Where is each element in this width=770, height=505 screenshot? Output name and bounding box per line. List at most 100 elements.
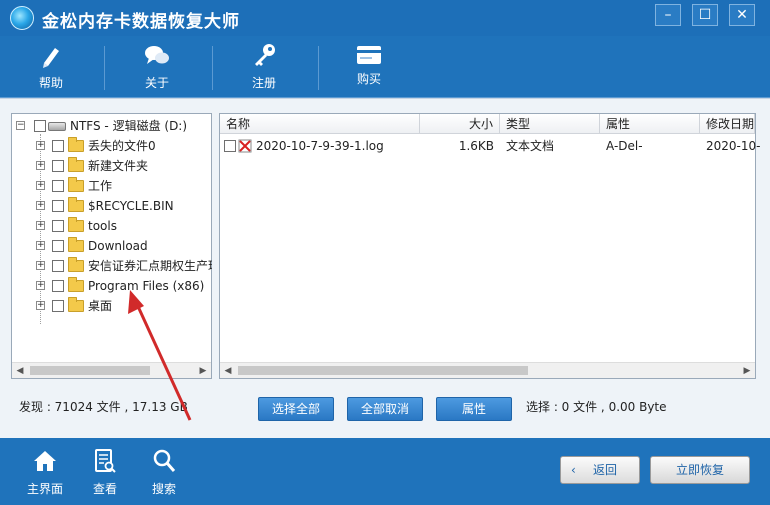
register-button[interactable]: 注册 (225, 36, 303, 98)
toolbar: 帮助 关于 注册 购买 (0, 36, 770, 98)
tree-item-label: tools (88, 219, 117, 233)
tree-checkbox[interactable] (52, 200, 64, 212)
toolbar-divider (212, 46, 213, 90)
tree-root-label: NTFS - 逻辑磁盘 (D:) (70, 119, 188, 133)
search-button[interactable]: 搜索 (139, 446, 189, 498)
file-size: 1.6KB (458, 139, 494, 153)
deleted-file-icon (238, 139, 252, 153)
expand-icon[interactable]: + (36, 181, 45, 190)
expand-icon[interactable]: + (36, 301, 45, 310)
file-list-horizontal-scrollbar[interactable]: ◀ ▶ (220, 362, 755, 378)
expand-icon[interactable]: + (36, 221, 45, 230)
file-name[interactable]: 2020-10-7-9-39-1.log (256, 136, 384, 156)
card-icon (357, 46, 381, 64)
tree-item-label: Program Files (x86) (88, 279, 205, 293)
file-list[interactable]: 名称 大小 类型 属性 修改日期 2020-10-7-9-39-1.log 1.… (219, 113, 760, 379)
folder-tree[interactable]: − NTFS - 逻辑磁盘 (D:) + 丢失的文件0 + 新建文件夹 + 工作… (11, 113, 212, 379)
scroll-right-icon[interactable]: ▶ (739, 363, 755, 379)
collapse-icon[interactable]: − (16, 121, 25, 130)
tree-item[interactable]: + $RECYCLE.BIN (12, 196, 212, 216)
column-header-size[interactable]: 大小 (420, 114, 500, 134)
file-attributes: A-Del- (606, 139, 643, 153)
close-button[interactable]: ✕ (729, 4, 755, 26)
tree-item-label: $RECYCLE.BIN (88, 199, 174, 213)
tree-item[interactable]: + Program Files (x86) (12, 276, 212, 296)
found-summary: 发现 : 71024 文件 , 17.13 GB (19, 400, 188, 414)
minimize-button[interactable]: – (655, 4, 681, 26)
scroll-right-icon[interactable]: ▶ (195, 363, 211, 379)
tree-item-label: 桌面 (88, 299, 113, 313)
register-label: 注册 (251, 76, 276, 90)
tree-checkbox[interactable] (52, 280, 64, 292)
tree-item[interactable]: + 安信证券汇点期权生产环境 (12, 256, 212, 276)
folder-icon (68, 237, 84, 252)
toolbar-divider (104, 46, 105, 90)
toolbar-divider (318, 46, 319, 90)
buy-button[interactable]: 购买 (330, 36, 408, 98)
recover-now-button[interactable]: 立即恢复 (650, 456, 750, 484)
document-view-icon (95, 449, 116, 473)
tree-checkbox[interactable] (34, 120, 46, 132)
expand-icon[interactable]: + (36, 281, 45, 290)
expand-icon[interactable]: + (36, 261, 45, 270)
properties-button[interactable]: 属性 (436, 397, 512, 421)
scrollbar-thumb[interactable] (238, 366, 528, 375)
tree-item[interactable]: + 桌面 (12, 296, 212, 316)
expand-icon[interactable]: + (36, 201, 45, 210)
tree-item[interactable]: + 丢失的文件0 (12, 136, 212, 156)
tree-horizontal-scrollbar[interactable]: ◀ ▶ (12, 362, 211, 378)
tree-item[interactable]: + 新建文件夹 (12, 156, 212, 176)
scrollbar-thumb[interactable] (30, 366, 150, 375)
main-panel: − NTFS - 逻辑磁盘 (D:) + 丢失的文件0 + 新建文件夹 + 工作… (0, 98, 770, 438)
title-bar: 金松内存卡数据恢复大师 – ☐ ✕ (0, 0, 770, 36)
back-button[interactable]: ‹ 返回 (560, 456, 640, 484)
file-type: 文本文档 (506, 139, 555, 153)
home-button[interactable]: 主界面 (20, 446, 70, 498)
key-icon (255, 44, 275, 66)
tree-item[interactable]: + Download (12, 236, 212, 256)
folder-icon (68, 217, 84, 232)
folder-icon (68, 197, 84, 212)
expand-icon[interactable]: + (36, 161, 45, 170)
drive-icon (48, 122, 66, 131)
tree-checkbox[interactable] (52, 160, 64, 172)
file-checkbox[interactable] (224, 140, 236, 152)
tree-item-label: 安信证券汇点期权生产环境 (88, 259, 212, 273)
folder-icon (68, 257, 84, 272)
search-icon (153, 449, 176, 472)
unselect-all-button[interactable]: 全部取消 (347, 397, 423, 421)
tree-item-label: 新建文件夹 (88, 159, 149, 173)
about-button[interactable]: 关于 (118, 36, 196, 98)
expand-icon[interactable]: + (36, 141, 45, 150)
maximize-button[interactable]: ☐ (692, 4, 718, 26)
folder-icon (68, 297, 84, 312)
search-label: 搜索 (151, 482, 176, 496)
view-button[interactable]: 查看 (80, 446, 130, 498)
tree-checkbox[interactable] (52, 140, 64, 152)
selection-summary: 选择 : 0 文件 , 0.00 Byte (526, 400, 667, 414)
column-header-attributes[interactable]: 属性 (600, 114, 700, 134)
select-all-button[interactable]: 选择全部 (258, 397, 334, 421)
chevron-left-icon: ‹ (571, 463, 576, 477)
tree-root-item[interactable]: − NTFS - 逻辑磁盘 (D:) (12, 116, 212, 136)
expand-icon[interactable]: + (36, 241, 45, 250)
tree-item[interactable]: + 工作 (12, 176, 212, 196)
tree-item[interactable]: + tools (12, 216, 212, 236)
help-button[interactable]: 帮助 (12, 36, 90, 98)
scroll-left-icon[interactable]: ◀ (220, 363, 236, 379)
tree-checkbox[interactable] (52, 300, 64, 312)
tree-checkbox[interactable] (52, 260, 64, 272)
tree-checkbox[interactable] (52, 240, 64, 252)
tree-item-label: 工作 (88, 179, 113, 193)
app-logo-icon (10, 6, 34, 30)
column-header-modified-date[interactable]: 修改日期 (700, 114, 755, 134)
buy-label: 购买 (356, 72, 381, 86)
tree-checkbox[interactable] (52, 180, 64, 192)
column-header-name[interactable]: 名称 (220, 114, 420, 134)
pencil-icon (43, 48, 59, 68)
view-label: 查看 (92, 482, 117, 496)
column-header-type[interactable]: 类型 (500, 114, 600, 134)
home-label: 主界面 (26, 482, 63, 496)
tree-checkbox[interactable] (52, 220, 64, 232)
scroll-left-icon[interactable]: ◀ (12, 363, 28, 379)
